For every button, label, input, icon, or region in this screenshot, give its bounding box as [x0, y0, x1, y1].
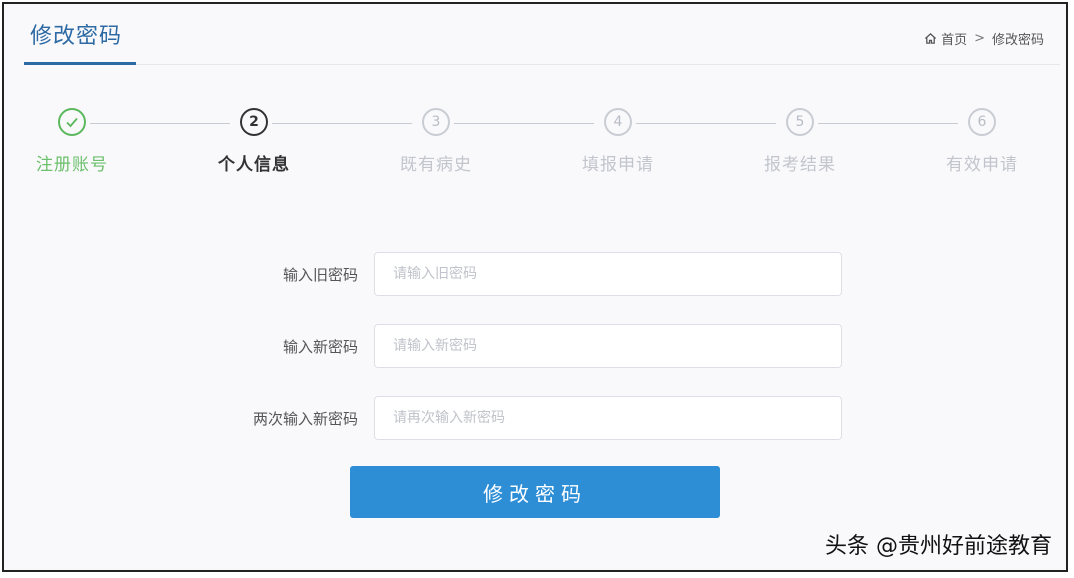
step-number: 4 [604, 108, 632, 136]
home-icon [925, 32, 937, 44]
check-icon [58, 108, 86, 136]
step-number: 3 [422, 108, 450, 136]
new-password-input[interactable] [374, 324, 842, 368]
step-valid-application: 6 有效申请 [912, 108, 1052, 175]
breadcrumb: 首页 > 修改密码 [924, 29, 1044, 48]
window-frame: 修改密码 首页 > 修改密码 注册账号 2 个人信息 3 既有病史 4 填报申请… [2, 2, 1068, 572]
new-password-row: 输入新密码 [4, 324, 1070, 368]
step-result: 5 报考结果 [730, 108, 870, 175]
watermark: 头条 @贵州好前途教育 [825, 534, 1052, 559]
step-label: 报考结果 [764, 155, 836, 175]
step-number: 5 [786, 108, 814, 136]
step-label: 个人信息 [218, 155, 290, 175]
confirm-password-input[interactable] [374, 396, 842, 440]
new-password-label: 输入新密码 [282, 338, 358, 356]
step-number: 6 [968, 108, 996, 136]
step-label: 既有病史 [400, 155, 472, 175]
old-password-row: 输入旧密码 [4, 252, 1070, 296]
title-underline [24, 62, 136, 65]
step-register: 注册账号 [2, 108, 142, 175]
confirm-password-label: 两次输入新密码 [252, 410, 358, 428]
step-number: 2 [240, 108, 268, 136]
step-label: 注册账号 [36, 155, 108, 175]
step-application: 4 填报申请 [548, 108, 688, 175]
step-label: 填报申请 [582, 155, 654, 175]
change-password-button[interactable]: 修改密码 [350, 466, 720, 518]
breadcrumb-separator: > [974, 31, 985, 46]
breadcrumb-home-link[interactable]: 首页 [941, 29, 967, 48]
confirm-password-row: 两次输入新密码 [4, 396, 1070, 440]
page-title: 修改密码 [30, 24, 123, 49]
header-divider [24, 64, 1060, 65]
step-medical-history: 3 既有病史 [366, 108, 506, 175]
old-password-label: 输入旧密码 [282, 266, 358, 284]
step-label: 有效申请 [946, 155, 1018, 175]
old-password-input[interactable] [374, 252, 842, 296]
step-personal-info: 2 个人信息 [184, 108, 324, 175]
breadcrumb-current: 修改密码 [991, 33, 1044, 48]
